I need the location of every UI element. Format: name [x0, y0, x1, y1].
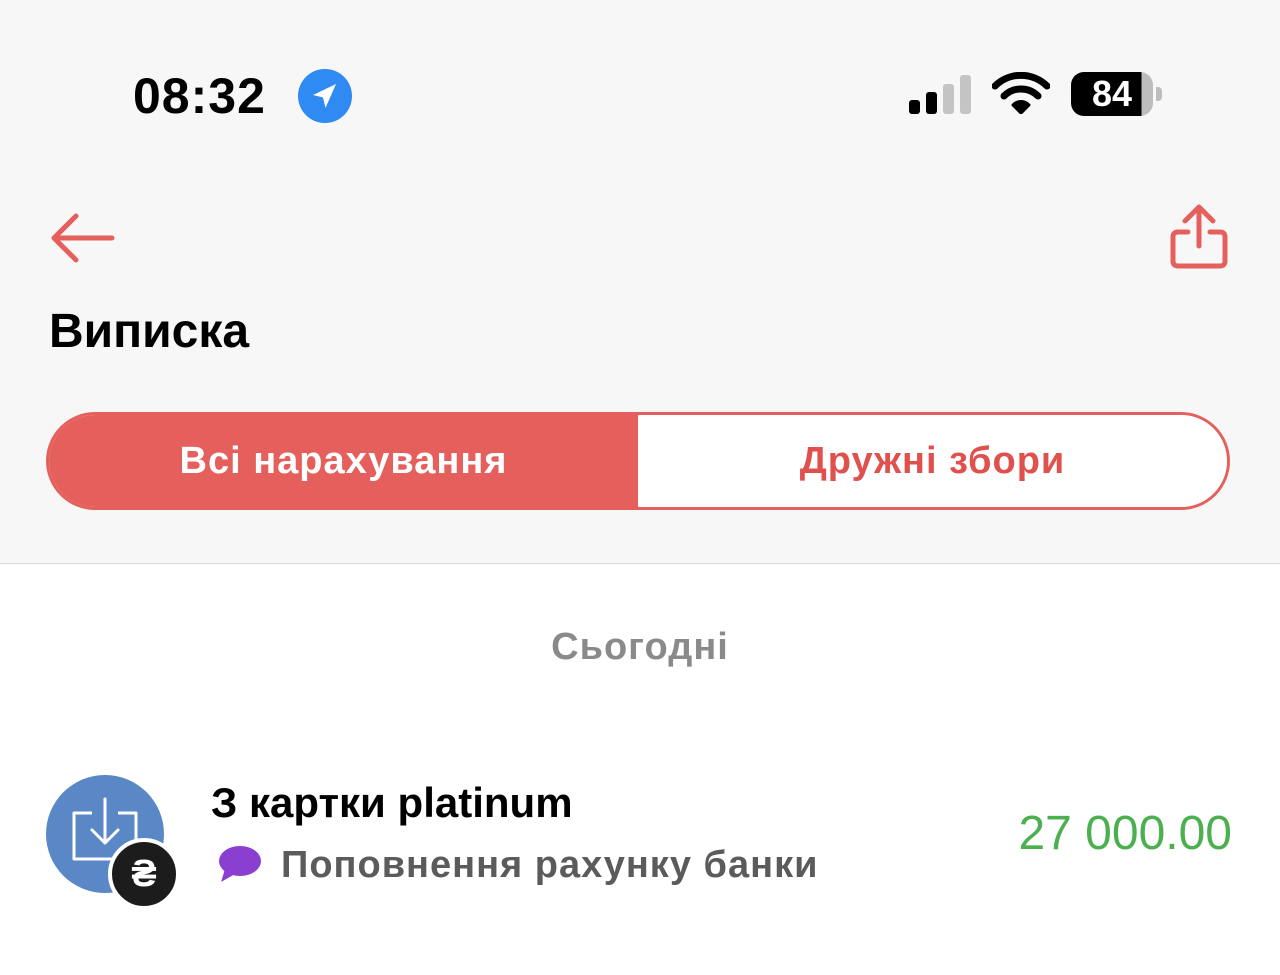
transaction-amount: 27 000.00 [1018, 807, 1232, 860]
location-arrow-icon [298, 69, 352, 123]
page-title: Виписка [49, 305, 250, 358]
arrow-left-icon [51, 213, 115, 263]
currency-badge: ₴ [108, 838, 180, 910]
date-group-header: Сьогодні [551, 626, 729, 668]
transaction-title: З картки platinum [211, 779, 573, 826]
battery-icon: 84 [1071, 72, 1163, 116]
status-time: 08:32 [133, 68, 266, 124]
battery-level: 84 [1091, 73, 1133, 114]
battery-tip [1156, 87, 1162, 101]
share-icon [1170, 204, 1228, 269]
transaction-category: Поповнення рахунку банки [281, 844, 819, 886]
tab-all-accruals[interactable]: Всі нарахування [49, 415, 638, 507]
back-button[interactable] [46, 210, 116, 266]
tabs-segmented-control: Всі нарахування Дружні збори [46, 412, 1230, 510]
tab-friendly-fundraisers[interactable]: Дружні збори [638, 415, 1227, 507]
share-button[interactable] [1166, 202, 1232, 272]
wifi-icon [991, 71, 1051, 115]
top-panel: 08:32 84 Виписка Всі нарахування Дружні … [0, 0, 1280, 564]
transaction-row[interactable]: ₴ З картки platinum Поповнення рахунку б… [0, 760, 1280, 920]
cellular-signal-icon [907, 74, 973, 114]
speech-bubble-icon [216, 844, 262, 884]
